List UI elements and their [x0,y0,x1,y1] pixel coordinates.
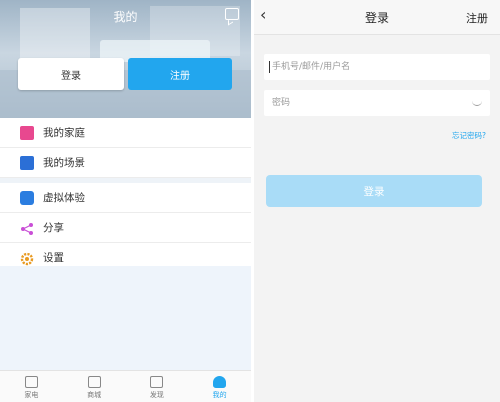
gear-icon [20,251,34,265]
menu-item-my-family[interactable]: 我的家庭 [0,118,251,148]
share-icon [20,221,34,235]
forgot-password-link[interactable]: 忘记密码? [452,130,486,141]
profile-screen: 我的 登录 注册 我的家庭 我的场景 虚拟体验 分享 设置 家电 商城 发现 我… [0,0,251,402]
tab-discover[interactable]: 发现 [126,371,189,402]
clapper-icon [20,155,34,170]
nav-bar: ‹ 登录 注册 [254,0,500,35]
menu-item-label: 分享 [43,222,64,234]
tab-label: 发现 [149,391,164,399]
empty-area [0,266,251,370]
user-icon [213,376,227,388]
touch-icon [20,190,34,205]
account-field[interactable] [264,54,490,80]
menu-item-label: 设置 [43,252,64,264]
tab-mine[interactable]: 我的 [188,371,251,402]
store-icon [87,376,101,388]
message-icon[interactable] [225,8,239,20]
tab-label: 我的 [212,391,227,399]
menu-item-virtual-experience[interactable]: 虚拟体验 [0,183,251,213]
tab-store[interactable]: 商城 [63,371,126,402]
menu-item-label: 我的家庭 [43,127,85,139]
bottom-tab-bar: 家电 商城 发现 我的 [0,370,251,402]
password-input[interactable] [264,90,462,116]
login-screen: ‹ 登录 注册 忘记密码? 登录 [254,0,500,402]
page-title: 登录 [364,11,389,25]
account-input[interactable] [264,54,462,80]
register-link[interactable]: 注册 [466,10,488,26]
menu-item-my-scenes[interactable]: 我的场景 [0,148,251,178]
grid-icon [24,376,38,388]
tab-appliances[interactable]: 家电 [0,371,63,402]
eye-closed-icon[interactable] [472,100,482,106]
menu-group-primary: 我的家庭 我的场景 虚拟体验 分享 设置 [0,118,251,273]
menu-item-share[interactable]: 分享 [0,213,251,243]
tab-label: 家电 [24,391,39,399]
tab-label: 商城 [87,391,102,399]
login-button[interactable]: 登录 [18,58,124,90]
profile-header: 我的 登录 注册 [0,0,251,118]
password-field[interactable] [264,90,490,116]
menu-item-label: 虚拟体验 [43,192,85,204]
text-caret [269,61,270,73]
home-icon [20,125,34,140]
discover-icon [150,376,164,388]
login-submit-button[interactable]: 登录 [266,175,482,207]
menu-item-label: 我的场景 [43,157,85,169]
page-title: 我的 [113,10,138,24]
register-button[interactable]: 注册 [128,58,232,90]
